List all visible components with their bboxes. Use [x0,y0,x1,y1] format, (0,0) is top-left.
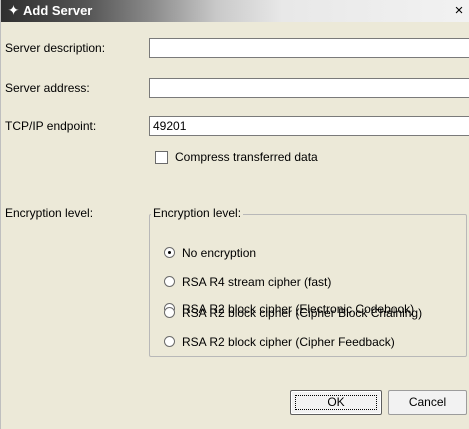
add-server-dialog: ✦ Add Server × Server description: Serve… [0,0,469,429]
cancel-button[interactable]: Cancel [388,390,467,415]
radio-button[interactable] [164,307,175,318]
focus-ring [295,395,377,410]
tcpip-endpoint-input[interactable] [149,116,469,136]
compress-label: Compress transferred data [175,150,318,164]
server-description-label: Server description: [5,41,106,55]
server-description-input[interactable] [149,38,469,58]
radio-button-selected[interactable] [164,247,175,258]
tcpip-endpoint-label: TCP/IP endpoint: [5,119,97,133]
server-address-label: Server address: [5,81,90,95]
radio-label: RSA R2 block cipher (Cipher Feedback) [182,335,395,349]
radio-label: No encryption [182,246,257,260]
compress-checkbox[interactable] [155,151,168,164]
radio-button[interactable] [164,336,175,347]
ok-button[interactable]: OK [290,390,382,415]
close-button[interactable]: × [450,3,468,19]
server-address-input[interactable] [149,78,469,98]
radio-label: RSA R4 stream cipher (fast) [182,275,332,289]
encryption-level-label: Encryption level: [5,206,94,220]
radio-label: RSA R2 block cipher (Cipher Block Chaini… [182,306,423,320]
title-bar: ✦ Add Server × [1,0,469,22]
window-title: Add Server [23,3,93,18]
star-icon: ✦ [7,2,20,18]
cancel-button-label: Cancel [408,395,447,409]
radio-button[interactable] [164,276,175,287]
encryption-group-title: Encryption level: [151,206,244,220]
